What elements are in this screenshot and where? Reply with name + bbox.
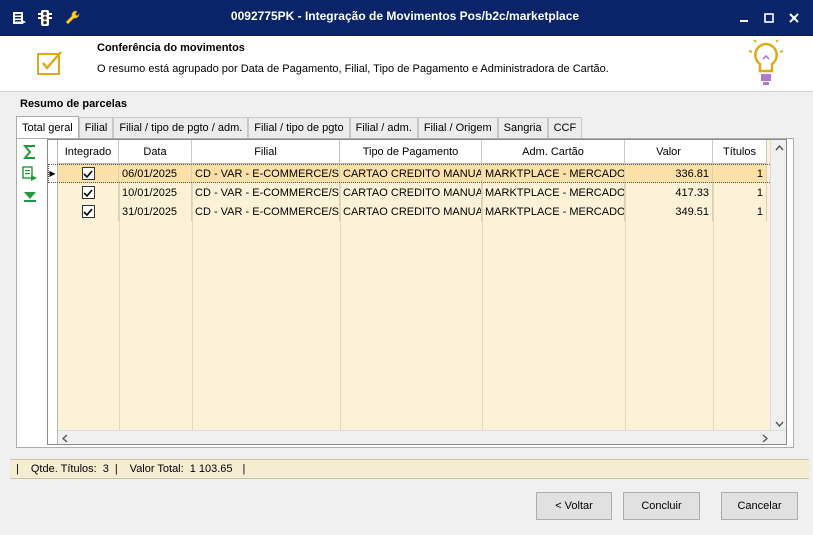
cell-data[interactable]: 10/01/2025 [119, 183, 192, 202]
cell-integrado[interactable] [58, 183, 119, 202]
cell-data[interactable]: 31/01/2025 [119, 202, 192, 221]
grid-rows: ▶ 06/01/2025 CD - VAR - E-COMMERCE/SP CA… [48, 164, 786, 221]
cell-titulos[interactable]: 1 [713, 202, 767, 221]
status-separator: | [16, 463, 19, 475]
col-header-adm-cartao[interactable]: Adm. Cartão [482, 140, 625, 164]
col-header-titulos[interactable]: Títulos [713, 140, 767, 164]
cell-filial[interactable]: CD - VAR - E-COMMERCE/SP [192, 202, 340, 221]
integrado-checkbox[interactable] [81, 205, 95, 218]
window-title: 0092775PK - Integração de Movimentos Pos… [230, 9, 580, 23]
grid-header: Integrado Data Filial Tipo de Pagamento … [58, 140, 767, 164]
cell-titulos[interactable]: 1 [713, 183, 767, 202]
tab-total-geral[interactable]: Total geral [16, 116, 79, 138]
cell-tipo-pagamento[interactable]: CARTAO CREDITO MANUAL [340, 164, 482, 183]
grid-toolbar [21, 143, 45, 209]
scroll-left-icon[interactable] [58, 431, 72, 444]
traffic-light-icon[interactable] [36, 9, 54, 27]
menu-icon[interactable] [10, 9, 28, 27]
expand-down-icon[interactable] [21, 187, 39, 205]
scroll-right-icon[interactable] [758, 431, 772, 444]
cell-tipo-pagamento[interactable]: CARTAO CREDITO MANUAL [340, 202, 482, 221]
header-title: Conferência do movimentos [97, 42, 245, 54]
minimize-button[interactable] [734, 9, 754, 27]
col-header-valor[interactable]: Valor [625, 140, 713, 164]
tab-panel: Integrado Data Filial Tipo de Pagamento … [16, 138, 794, 448]
status-separator: | [242, 463, 246, 475]
cell-adm-cartao[interactable]: MARKTPLACE - MERCADOLIV [482, 202, 625, 221]
tab-strip: Total geral Filial Filial / tipo de pgto… [16, 116, 583, 138]
section-title: Resumo de parcelas [20, 98, 127, 110]
qtde-titulos-value: 3 [102, 463, 109, 475]
table-row[interactable]: ▶ 06/01/2025 CD - VAR - E-COMMERCE/SP CA… [48, 164, 786, 183]
wizard-header: Conferência do movimentos O resumo está … [0, 36, 813, 92]
table-row[interactable]: 10/01/2025 CD - VAR - E-COMMERCE/SP CART… [48, 183, 786, 202]
cell-valor[interactable]: 336.81 [625, 164, 713, 183]
cell-filial[interactable]: CD - VAR - E-COMMERCE/SP [192, 183, 340, 202]
data-grid: Integrado Data Filial Tipo de Pagamento … [47, 139, 787, 445]
scroll-up-icon[interactable] [771, 140, 786, 156]
integrado-checkbox[interactable] [81, 186, 95, 199]
horizontal-scrollbar[interactable] [58, 430, 786, 444]
tab-filial-tipo-adm[interactable]: Filial / tipo de pgto / adm. [113, 117, 249, 138]
cell-data[interactable]: 06/01/2025 [119, 164, 192, 183]
tab-filial-origem[interactable]: Filial / Origem [417, 117, 498, 138]
title-bar: 0092775PK - Integração de Movimentos Pos… [0, 0, 813, 36]
col-header-data[interactable]: Data [119, 140, 192, 164]
cell-adm-cartao[interactable]: MARKTPLACE - MERCADOLIV [482, 183, 625, 202]
cell-valor[interactable]: 349.51 [625, 202, 713, 221]
cell-tipo-pagamento[interactable]: CARTAO CREDITO MANUAL [340, 183, 482, 202]
cell-adm-cartao[interactable]: MARKTPLACE - MERCADOLIV [482, 164, 625, 183]
voltar-button[interactable]: < Voltar [536, 492, 612, 520]
tab-filial-tipo[interactable]: Filial / tipo de pgto [248, 117, 350, 138]
close-button[interactable] [784, 9, 804, 27]
status-separator: | [114, 463, 118, 475]
col-header-integrado[interactable]: Integrado [58, 140, 119, 164]
vertical-scrollbar[interactable] [770, 140, 786, 432]
table-row[interactable]: 31/01/2025 CD - VAR - E-COMMERCE/SP CART… [48, 202, 786, 221]
wrench-icon[interactable] [64, 9, 82, 27]
current-row-indicator-icon: ▶ [48, 164, 58, 183]
cell-filial[interactable]: CD - VAR - E-COMMERCE/SP [192, 164, 340, 183]
tab-ccf[interactable]: CCF [547, 117, 583, 138]
tab-filial-adm[interactable]: Filial / adm. [349, 117, 418, 138]
col-header-tipo-pagamento[interactable]: Tipo de Pagamento [340, 140, 482, 164]
checklist-icon [36, 49, 64, 77]
concluir-button[interactable]: Concluir [623, 492, 700, 520]
lightbulb-icon [748, 38, 784, 88]
integrado-checkbox[interactable] [81, 167, 95, 180]
status-bar: | Qtde. Títulos: 3 | Valor Total: 1 103.… [10, 459, 809, 479]
valor-total-label: Valor Total: [129, 463, 184, 475]
sum-icon[interactable] [21, 143, 39, 161]
valor-total-value: 1 103.65 [189, 463, 233, 475]
export-icon[interactable] [21, 165, 39, 183]
header-description: O resumo está agrupado por Data de Pagam… [97, 63, 609, 75]
cell-integrado[interactable] [58, 202, 119, 221]
qtde-titulos-label: Qtde. Títulos: [30, 463, 97, 475]
tab-sangria[interactable]: Sangria [497, 117, 548, 138]
cell-titulos[interactable]: 1 [713, 164, 767, 183]
cancelar-button[interactable]: Cancelar [721, 492, 798, 520]
cell-valor[interactable]: 417.33 [625, 183, 713, 202]
tab-filial[interactable]: Filial [78, 117, 114, 138]
col-header-filial[interactable]: Filial [192, 140, 340, 164]
cell-integrado[interactable] [58, 164, 119, 183]
maximize-button[interactable] [759, 9, 779, 27]
